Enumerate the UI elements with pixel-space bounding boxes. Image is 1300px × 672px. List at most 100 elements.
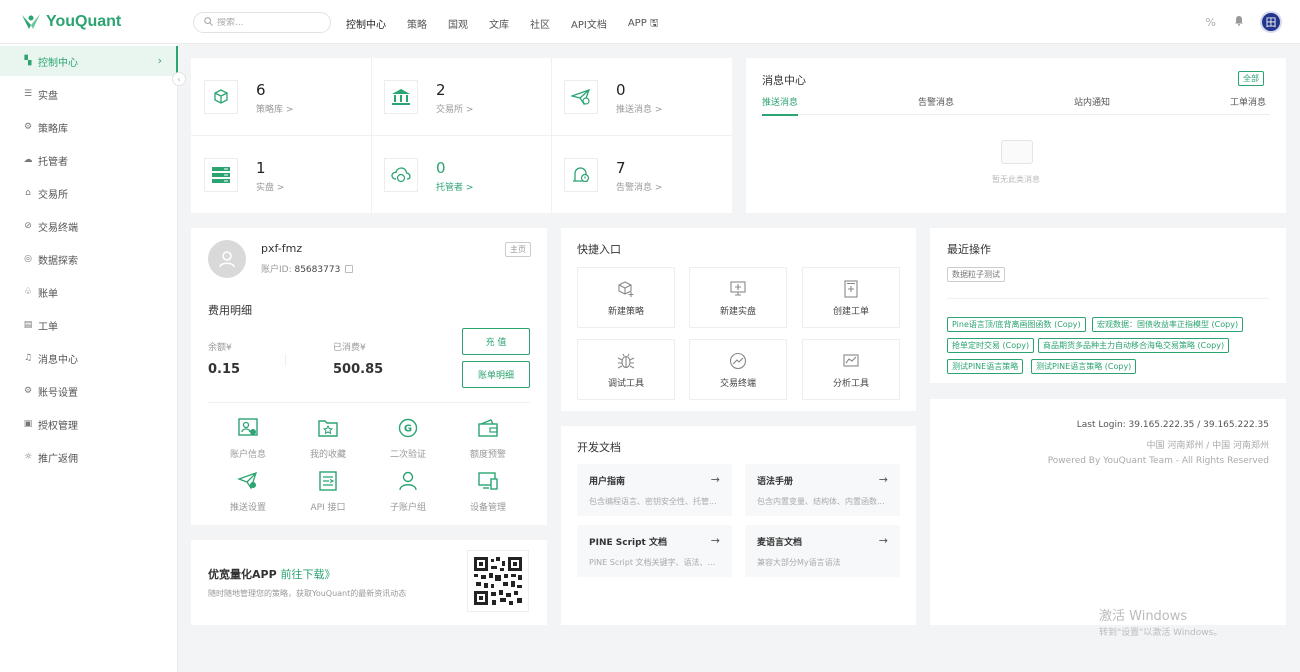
search-box[interactable] bbox=[193, 12, 331, 33]
sidebar-item-live[interactable]: ☰ 实盘 bbox=[0, 79, 178, 109]
tab-alarm-messages[interactable]: 告警消息 bbox=[918, 95, 954, 108]
tool-push-settings[interactable]: 推送设置 bbox=[208, 471, 288, 513]
tile-label: 新建策略 bbox=[607, 307, 644, 317]
all-messages-button[interactable]: 全部 bbox=[1238, 71, 1264, 86]
nav-community[interactable]: 社区 bbox=[530, 16, 550, 33]
tile-label: 调试工具 bbox=[607, 379, 644, 389]
bank-icon bbox=[384, 80, 418, 114]
tile-label: 交易终端 bbox=[719, 379, 756, 389]
tile-label: 创建工单 bbox=[832, 307, 869, 317]
bug-icon bbox=[578, 352, 674, 372]
sidebar-item-control-center[interactable]: ▚ 控制中心 › bbox=[0, 46, 178, 76]
sidebar-item-label: 控制中心 bbox=[38, 57, 78, 69]
doc-mai-language[interactable]: 麦语言文档 → 兼容大部分My语言语法 bbox=[745, 525, 900, 577]
copy-icon[interactable] bbox=[345, 265, 354, 273]
recent-item[interactable]: 商品期货多品种主力自动移合海龟交易策略 (Copy) bbox=[1038, 338, 1230, 353]
nav-app[interactable]: APP 🖫 bbox=[628, 16, 659, 33]
sidebar-item-terminal[interactable]: ⊘ 交易终端 bbox=[0, 211, 178, 241]
logo[interactable]: YouQuant bbox=[20, 11, 121, 33]
tool-sub-accounts[interactable]: 子账户组 bbox=[368, 471, 448, 513]
home-button[interactable]: 主页 bbox=[505, 242, 531, 257]
recent-item[interactable]: 抢单定时交易 (Copy) bbox=[947, 338, 1035, 353]
logo-icon bbox=[20, 11, 42, 33]
top-nav: 控制中心 策略 国观 文库 社区 API文档 APP 🖫 bbox=[346, 16, 679, 33]
nav-guoguan[interactable]: 国观 bbox=[448, 16, 468, 33]
doc-syntax-manual[interactable]: 语法手册 → 包含内置变量、结构体、内置函数... bbox=[745, 464, 900, 516]
stat-exchange[interactable]: 2 交易所 > bbox=[371, 58, 551, 135]
stat-label: 交易所 > bbox=[436, 105, 474, 115]
dashboard-icon: ▚ bbox=[24, 56, 32, 66]
bank-icon: ⌂ bbox=[25, 188, 31, 198]
stat-push-messages[interactable]: 0 推送消息 > bbox=[551, 58, 731, 135]
sidebar-item-messages[interactable]: ♫ 消息中心 bbox=[0, 343, 178, 373]
bell-icon[interactable] bbox=[1234, 15, 1244, 29]
card-title: 消息中心 bbox=[762, 74, 806, 87]
trade-terminal-button[interactable]: 交易终端 bbox=[689, 339, 787, 400]
tool-devices[interactable]: 设备管理 bbox=[448, 471, 528, 513]
app-download-link[interactable]: 前往下载》 bbox=[280, 568, 335, 581]
recent-tag[interactable]: 数据粒子测试 bbox=[947, 267, 1005, 282]
spent-label: 已消费¥ bbox=[333, 343, 366, 353]
recent-item[interactable]: 测试PINE语言策略 (Copy) bbox=[1031, 359, 1137, 374]
tab-push-messages[interactable]: 推送消息 bbox=[762, 95, 799, 116]
sidebar-item-referral[interactable]: ☼ 推广返佣 bbox=[0, 442, 178, 472]
tool-2fa[interactable]: G 二次验证 bbox=[368, 418, 448, 460]
recent-item[interactable]: 测试PINE语言策略 bbox=[947, 359, 1024, 374]
google-auth-icon: G bbox=[368, 418, 448, 440]
nav-control-center[interactable]: 控制中心 bbox=[346, 16, 386, 33]
new-strategy-button[interactable]: 新建策略 bbox=[577, 267, 675, 328]
tab-site-notices[interactable]: 站内通知 bbox=[1074, 95, 1110, 108]
sidebar-item-account-settings[interactable]: ⚙ 账号设置 bbox=[0, 376, 178, 406]
sidebar-item-data-explore[interactable]: ◎ 数据探索 bbox=[0, 244, 178, 274]
stat-count: 0 bbox=[436, 159, 446, 177]
nav-api-docs[interactable]: API文档 bbox=[571, 16, 607, 33]
recharge-button[interactable]: 充 值 bbox=[462, 328, 530, 355]
sidebar-item-ticket[interactable]: ▤ 工单 bbox=[0, 310, 178, 340]
analysis-tool-button[interactable]: 分析工具 bbox=[802, 339, 900, 400]
doc-pine-script[interactable]: PINE Script 文档 → PINE Script 文档关键字、语法、..… bbox=[577, 525, 732, 577]
cloud-icon: ☁ bbox=[23, 155, 33, 165]
api-icon bbox=[288, 471, 368, 493]
nav-library[interactable]: 文库 bbox=[489, 16, 509, 33]
recent-item[interactable]: Pine语言顶/底背离画图函数 (Copy) bbox=[947, 317, 1086, 332]
balance-label: 余额¥ bbox=[208, 343, 232, 353]
sidebar-collapse-button[interactable]: ‹ bbox=[172, 72, 186, 86]
sidebar-item-label: 工单 bbox=[38, 321, 58, 333]
tab-ticket-messages[interactable]: 工单消息 bbox=[1230, 95, 1266, 108]
stat-custodian[interactable]: 0 托管者 > bbox=[371, 136, 551, 213]
sidebar-item-custodian[interactable]: ☁ 托管者 bbox=[0, 145, 178, 175]
sidebar-item-auth[interactable]: ▣ 授权管理 bbox=[0, 409, 178, 439]
percent-icon[interactable]: % bbox=[1206, 16, 1216, 29]
search-input[interactable] bbox=[217, 17, 317, 28]
stat-live[interactable]: 1 实盘 > bbox=[191, 136, 371, 213]
tool-api[interactable]: API 接口 bbox=[288, 471, 368, 513]
sidebar-item-exchange[interactable]: ⌂ 交易所 bbox=[0, 178, 178, 208]
auth-icon: ▣ bbox=[23, 419, 33, 429]
user-group-icon bbox=[368, 471, 448, 493]
nav-strategy[interactable]: 策略 bbox=[407, 16, 427, 33]
recent-item[interactable]: 宏观数据：国债收益率正指模型 (Copy) bbox=[1092, 317, 1244, 332]
tool-account-info[interactable]: 账户信息 bbox=[208, 418, 288, 460]
tool-quota-alert[interactable]: 额度预警 bbox=[448, 418, 528, 460]
sidebar-item-label: 账单 bbox=[38, 288, 58, 300]
avatar[interactable] bbox=[208, 240, 246, 278]
sidebar-item-strategy-lib[interactable]: ⚙ 策略库 bbox=[0, 112, 178, 142]
tool-favorites[interactable]: 我的收藏 bbox=[288, 418, 368, 460]
empty-state-text: 暂无此类消息 bbox=[992, 175, 1040, 184]
stat-alarm-messages[interactable]: 7 告警消息 > bbox=[551, 136, 731, 213]
stat-count: 2 bbox=[436, 81, 446, 99]
stat-strategy-lib[interactable]: 6 策略库 > bbox=[191, 58, 371, 135]
send-settings-icon bbox=[208, 471, 288, 493]
create-ticket-button[interactable]: 创建工单 bbox=[802, 267, 900, 328]
debug-tool-button[interactable]: 调试工具 bbox=[577, 339, 675, 400]
user-avatar[interactable]: 田 bbox=[1260, 11, 1282, 33]
sidebar-item-label: 实盘 bbox=[38, 90, 58, 102]
bill-detail-button[interactable]: 账单明细 bbox=[462, 361, 530, 388]
doc-user-guide[interactable]: 用户指南 → 包含编程语言、密钥安全性、托管... bbox=[577, 464, 732, 516]
sidebar-item-bill[interactable]: ♧ 账单 bbox=[0, 277, 178, 307]
empty-inbox-icon bbox=[1001, 140, 1033, 164]
new-live-button[interactable]: 新建实盘 bbox=[689, 267, 787, 328]
app-download-card: 优宽量化APP 前往下载》 随时随地管理您的策略，获取YouQuant的最新资讯… bbox=[191, 540, 547, 625]
tool-label: 账户信息 bbox=[229, 450, 266, 460]
sidebar-item-label: 交易所 bbox=[38, 189, 68, 201]
